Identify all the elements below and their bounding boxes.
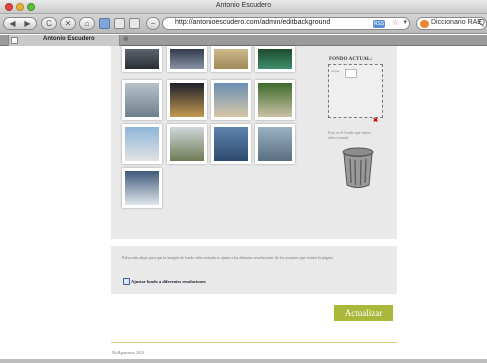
- home-icon: ⌂: [84, 19, 90, 28]
- thumb-sea-wave[interactable]: [211, 80, 251, 120]
- tab-antonio-escudero[interactable]: Antonio Escudero ⊗: [8, 35, 129, 46]
- thumbnail-image: [214, 83, 248, 117]
- history-icon[interactable]: [114, 18, 125, 29]
- thumb-ocean-horizon[interactable]: [211, 124, 251, 164]
- search-icon[interactable]: Q: [479, 18, 485, 27]
- current-background-hint: Esto es el fondo que tienes seleccionado: [328, 130, 371, 140]
- current-background-thumb[interactable]: [345, 69, 357, 78]
- zoom-out-icon: −: [150, 19, 156, 28]
- reload-button[interactable]: C: [41, 17, 57, 30]
- thumb-taj-mahal[interactable]: [167, 124, 207, 164]
- thumbnail-image: [125, 83, 159, 117]
- thumb-beach-waves[interactable]: [122, 80, 162, 120]
- thumb-dark-street[interactable]: [122, 46, 162, 72]
- zoom-out-button[interactable]: −: [146, 17, 160, 30]
- thumb-pool[interactable]: [255, 46, 295, 72]
- adjust-resolution-checkbox[interactable]: [123, 278, 130, 285]
- chevron-down-icon[interactable]: ▾: [403, 18, 407, 26]
- stop-button[interactable]: ✕: [60, 17, 76, 30]
- thumbnail-image: [258, 127, 292, 161]
- update-button[interactable]: Actualizar: [334, 305, 393, 321]
- status-bar: [0, 359, 487, 363]
- tab-label: Antonio Escudero: [43, 36, 95, 42]
- thumbnail-image: [170, 127, 204, 161]
- search-bar[interactable]: Diccionario RAE Q: [416, 17, 487, 30]
- current-background-title: FONDO ACTUAL:: [329, 57, 373, 62]
- tab-close-icon[interactable]: ⊗: [123, 35, 129, 43]
- favicon-icon: [11, 37, 18, 44]
- thumb-desert[interactable]: [211, 46, 251, 72]
- thumbnail-image: [214, 49, 248, 69]
- current-background-thumb-label: cargar: [331, 69, 340, 73]
- thumbnail-image: [125, 49, 159, 69]
- remove-background-icon[interactable]: ✖: [373, 117, 378, 124]
- thumbnail-image: [170, 49, 204, 69]
- forward-icon[interactable]: ▶: [20, 18, 35, 29]
- address-bar[interactable]: http://antonioescudero.com/admin/editbac…: [162, 17, 410, 30]
- thumb-tower-bridge[interactable]: [255, 124, 295, 164]
- footer-divider: [111, 342, 397, 343]
- resolution-options-panel: [111, 246, 397, 294]
- rss-icon[interactable]: RSS: [373, 20, 385, 28]
- back-forward-buttons[interactable]: ◀ ▶: [3, 17, 37, 30]
- thumbnail-image: [125, 127, 159, 161]
- thumb-deck-chair[interactable]: [255, 80, 295, 120]
- resolution-description: Pulsa más abajo para que la imagen de fo…: [122, 255, 333, 260]
- thumb-mountain[interactable]: [122, 168, 162, 208]
- home-button[interactable]: ⌂: [79, 17, 95, 30]
- window-title: Antonio Escudero: [215, 2, 272, 9]
- browser-toolbar: ◀ ▶ C ✕ ⌂ − http://antonioescudero.com/ad…: [0, 14, 487, 34]
- thumb-city-night[interactable]: [167, 46, 207, 72]
- search-engine-icon[interactable]: [420, 20, 429, 28]
- adjust-resolution-label[interactable]: Ajustar fondo a diferentes resoluciones: [131, 279, 206, 284]
- stop-icon: ✕: [64, 19, 72, 28]
- bookmarks-icon[interactable]: [99, 18, 110, 29]
- footer-text: MyHgnavmos 2010: [112, 350, 144, 355]
- tab-bar: Antonio Escudero ⊗: [0, 35, 487, 46]
- thumbnail-image: [258, 49, 292, 69]
- bookmark-star-icon[interactable]: ☆: [392, 18, 399, 27]
- thumb-night-palace[interactable]: [167, 80, 207, 120]
- thumbnail-image: [214, 127, 248, 161]
- downloads-icon[interactable]: [129, 18, 140, 29]
- search-input[interactable]: Diccionario RAE: [431, 19, 482, 26]
- reload-icon: C: [46, 19, 52, 28]
- thumbnail-image: [258, 83, 292, 117]
- thumbnail-image: [170, 83, 204, 117]
- thumb-mosque[interactable]: [122, 124, 162, 164]
- back-icon[interactable]: ◀: [5, 18, 20, 29]
- window-titlebar: Antonio Escudero: [0, 0, 487, 14]
- address-input[interactable]: http://antonioescudero.com/admin/editbac…: [175, 19, 330, 26]
- thumbnail-image: [125, 171, 159, 205]
- trash-icon[interactable]: [341, 147, 375, 189]
